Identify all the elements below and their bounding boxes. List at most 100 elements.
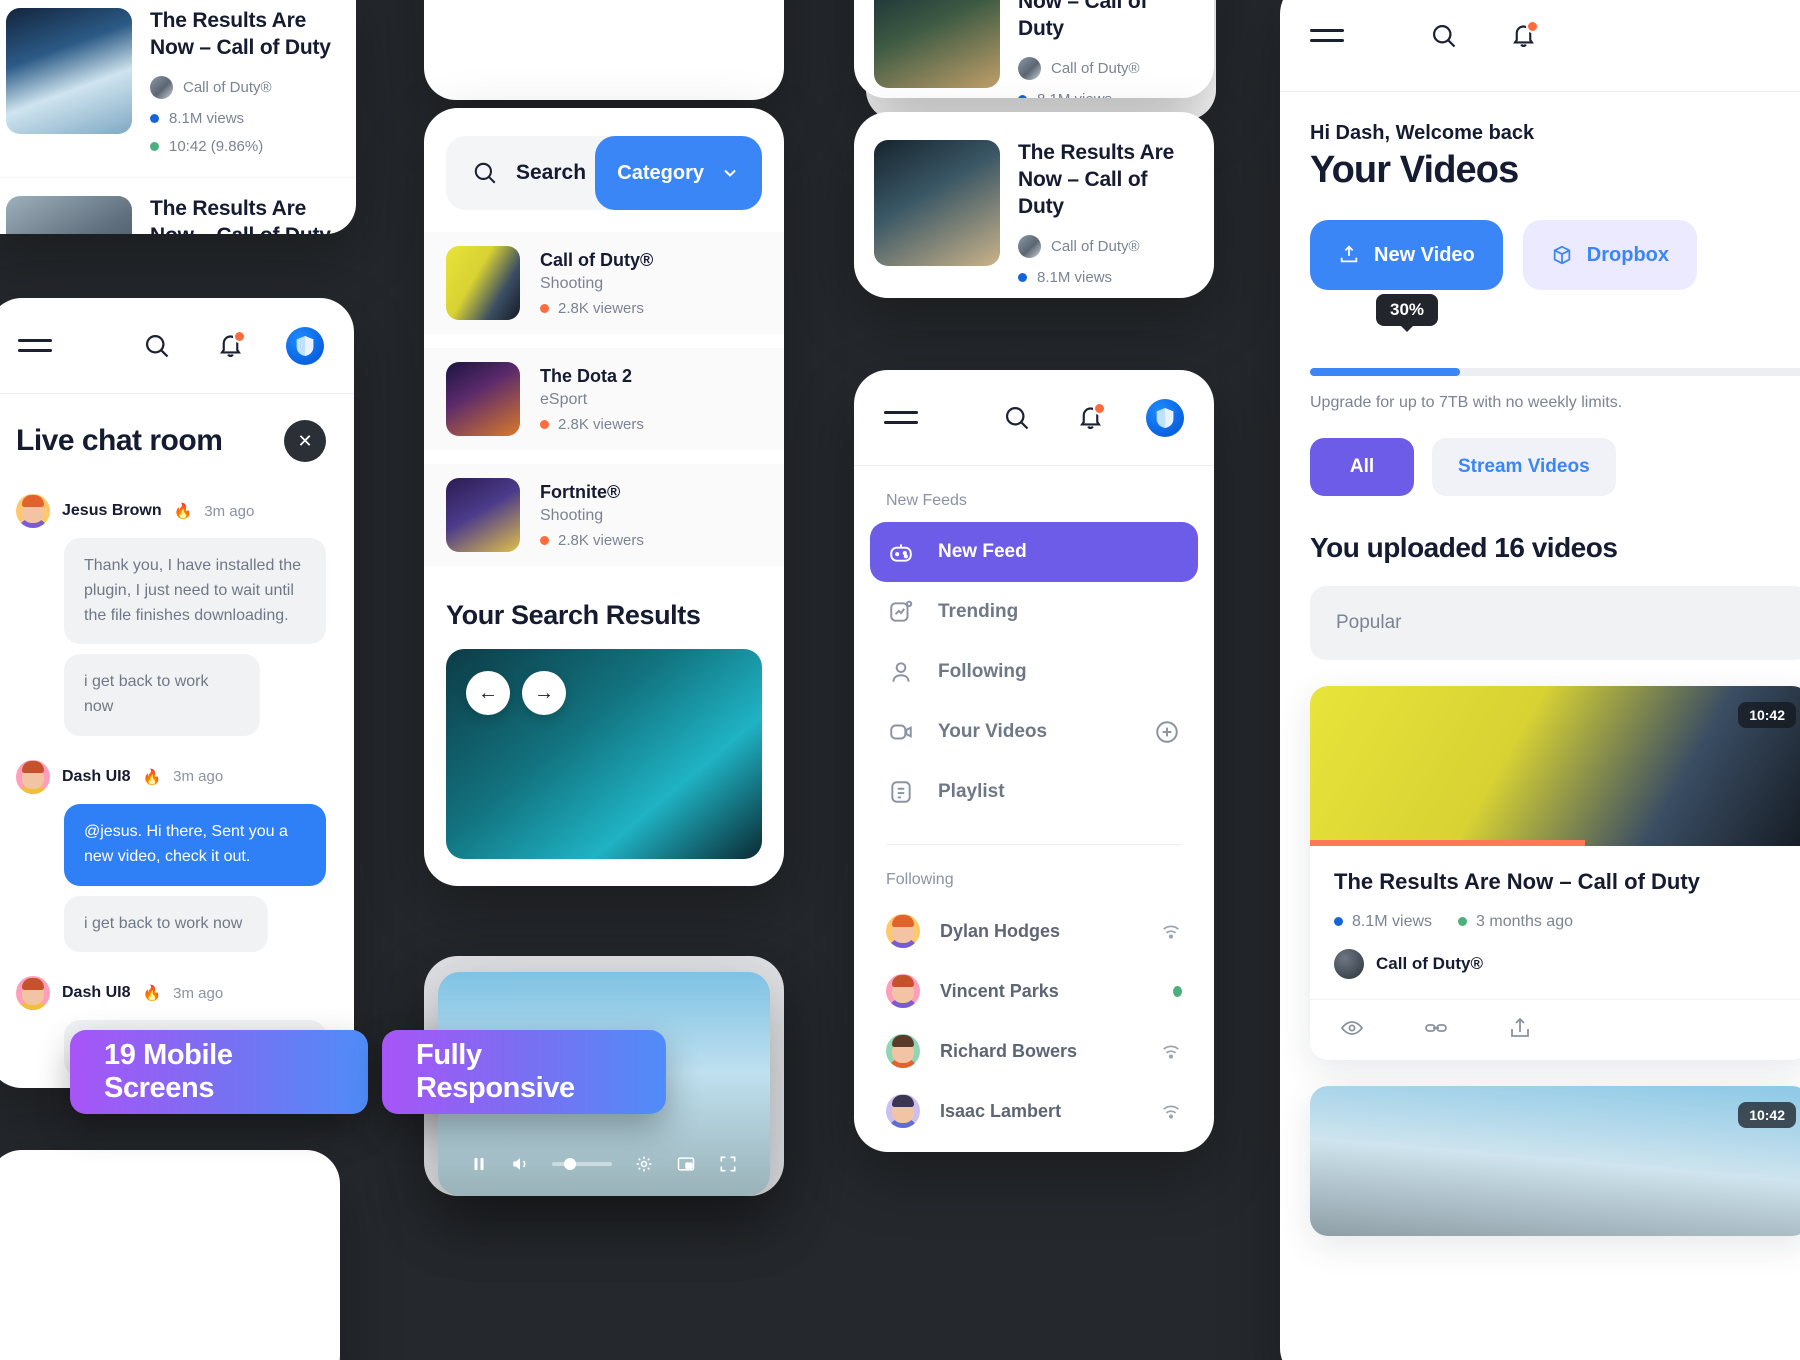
game-list-item[interactable]: The Dota 2 eSport 2.8K viewers [424,348,784,450]
progress-track[interactable] [1310,368,1800,376]
sidebar-item-new-feed[interactable]: New Feed [870,522,1198,582]
tab-stream-videos[interactable]: Stream Videos [1432,438,1616,496]
category-label: Category [617,161,704,184]
search-icon[interactable] [1003,404,1031,432]
search-results-panel: Search Category Call of Duty® Shooting 2… [424,108,784,886]
search-icon[interactable] [1430,22,1458,50]
search-label: Search [516,161,587,184]
game-viewers: 2.8K viewers [540,300,653,317]
notifications-bell-icon[interactable] [1077,402,1106,431]
following-list-item[interactable]: Richard Bowers [854,1021,1214,1081]
sort-select[interactable]: Popular [1310,586,1800,660]
channel-name: Call of Duty® [183,78,272,96]
avatar [16,494,50,528]
viewers-dot-icon [540,419,549,429]
fullscreen-icon[interactable] [718,1154,738,1174]
views-dot-icon [1018,272,1027,282]
video-duration: 10:42 (9.86%) [150,138,336,155]
game-list-item[interactable]: Call of Duty® Shooting 2.8K viewers [424,232,784,334]
viewers-text: 2.8K viewers [558,299,644,317]
player-progress-slider[interactable] [552,1158,612,1170]
dashboard-actions: New Video Dropbox [1280,192,1800,290]
storage-progress: 30% [1280,290,1800,376]
share-icon[interactable] [1508,1016,1532,1040]
notifications-bell-icon[interactable] [217,330,246,359]
uploaded-video-card[interactable]: 10:42 The Results Are Now – Call of Duty… [1310,686,1800,1060]
sidebar-item-following[interactable]: Following [870,642,1198,702]
gear-icon[interactable] [634,1154,654,1174]
nav-group-label-feeds: New Feeds [886,492,967,509]
uploaded-video-card[interactable]: 10:42 [1310,1085,1800,1236]
following-list-item[interactable]: Isaac Lambert [854,1081,1214,1141]
video-title: The Results Are Now – Call of Duty [1018,141,1175,218]
chat-topbar [0,298,354,394]
video-filter-tabs: All Stream Videos [1280,412,1800,496]
wifi-icon [1160,1040,1182,1062]
sidebar-item-playlist[interactable]: Playlist [870,762,1198,822]
search-icon[interactable] [143,332,171,360]
video-list-item[interactable]: The Results Are Now – Call of Duty Call … [854,112,1214,298]
message-author: Jesus Brown [62,502,162,519]
game-name: The Dota 2 [540,365,633,386]
video-list-item[interactable]: The Results Are Now – Call of Duty Call … [854,0,1214,98]
search-result-hero[interactable]: ← → [446,649,762,859]
sidebar-item-trending[interactable]: Trending [870,582,1198,642]
game-list-item[interactable]: Fortnite® Shooting 2.8K viewers [424,464,784,566]
search-panel [424,0,784,100]
arrow-left-icon[interactable]: ← [466,671,510,715]
game-thumbnail [446,246,520,320]
video-list-item[interactable]: The Results Are Now – Call of Duty Call … [0,0,356,173]
user-icon [888,659,914,685]
sidebar-item-your-videos[interactable]: Your Videos [870,702,1198,762]
video-meta: Call of Duty® 8.1M views 10:42 (9.86%) [1018,56,1194,98]
notifications-bell-icon[interactable] [1510,20,1539,49]
uploaded-count-text: You uploaded 16 videos [1310,532,1618,563]
flame-icon: 🔥 [142,768,162,786]
video-list-item[interactable]: The Results Are Now – Call of Duty [0,178,356,234]
game-name: Call of Duty® [540,249,654,270]
volume-icon[interactable] [510,1154,530,1174]
badge-label: 19 Mobile Screens [104,1039,233,1104]
tab-all[interactable]: All [1310,438,1414,496]
message-bubble: i get back to work now [64,895,268,953]
following-name: Isaac Lambert [940,1100,1062,1121]
game-category: Shooting [540,506,604,524]
arrow-right-icon[interactable]: → [522,671,566,715]
search-bar[interactable]: Search Category [446,136,762,210]
progress-tooltip: 30% [1376,294,1439,326]
eye-icon[interactable] [1340,1016,1364,1040]
sidebar-item-label: Playlist [938,781,1005,802]
video-views: 8.1M views [1334,913,1432,931]
following-list-item[interactable]: Dylan Hodges [854,901,1214,961]
nav-menu-panel: New Feeds New Feed Trending Following Yo… [854,370,1214,1152]
picture-in-picture-icon[interactable] [676,1154,696,1174]
category-dropdown[interactable]: Category [595,136,762,210]
sort-value: Popular [1336,612,1402,633]
duration-dot-icon [150,141,159,151]
avatar [16,759,50,794]
link-icon[interactable] [1424,1016,1448,1040]
video-title: The Results Are Now – Call of Duty [150,196,331,234]
avatar [886,914,920,948]
following-list-item[interactable]: Lillie Nash [854,1141,1214,1152]
player-progress-knob[interactable] [564,1158,576,1170]
following-list-item[interactable]: Vincent Parks [854,961,1214,1021]
sidebar-item-label: Your Videos [938,721,1048,742]
video-meta: Call of Duty® 8.1M views 10:42 (9.86%) [150,75,336,155]
channel-avatar [1334,948,1364,979]
shield-logo-icon[interactable] [1146,398,1184,437]
search-icon[interactable] [472,160,498,186]
video-title: The Results Are Now – Call of Duty [1334,869,1700,894]
menu-icon[interactable] [18,338,52,354]
plus-circle-icon[interactable] [1154,719,1180,745]
menu-icon[interactable] [1310,28,1344,44]
video-channel[interactable]: Call of Duty® [1310,931,1800,999]
shield-logo-icon[interactable] [286,326,324,365]
dropbox-button[interactable]: Dropbox [1522,220,1697,290]
channel-name: Call of Duty® [1376,953,1483,973]
menu-icon[interactable] [884,410,918,426]
pause-icon[interactable] [470,1155,488,1173]
new-video-button[interactable]: New Video [1310,220,1503,290]
close-icon[interactable]: ✕ [284,420,326,462]
player-controls[interactable] [450,1132,758,1196]
